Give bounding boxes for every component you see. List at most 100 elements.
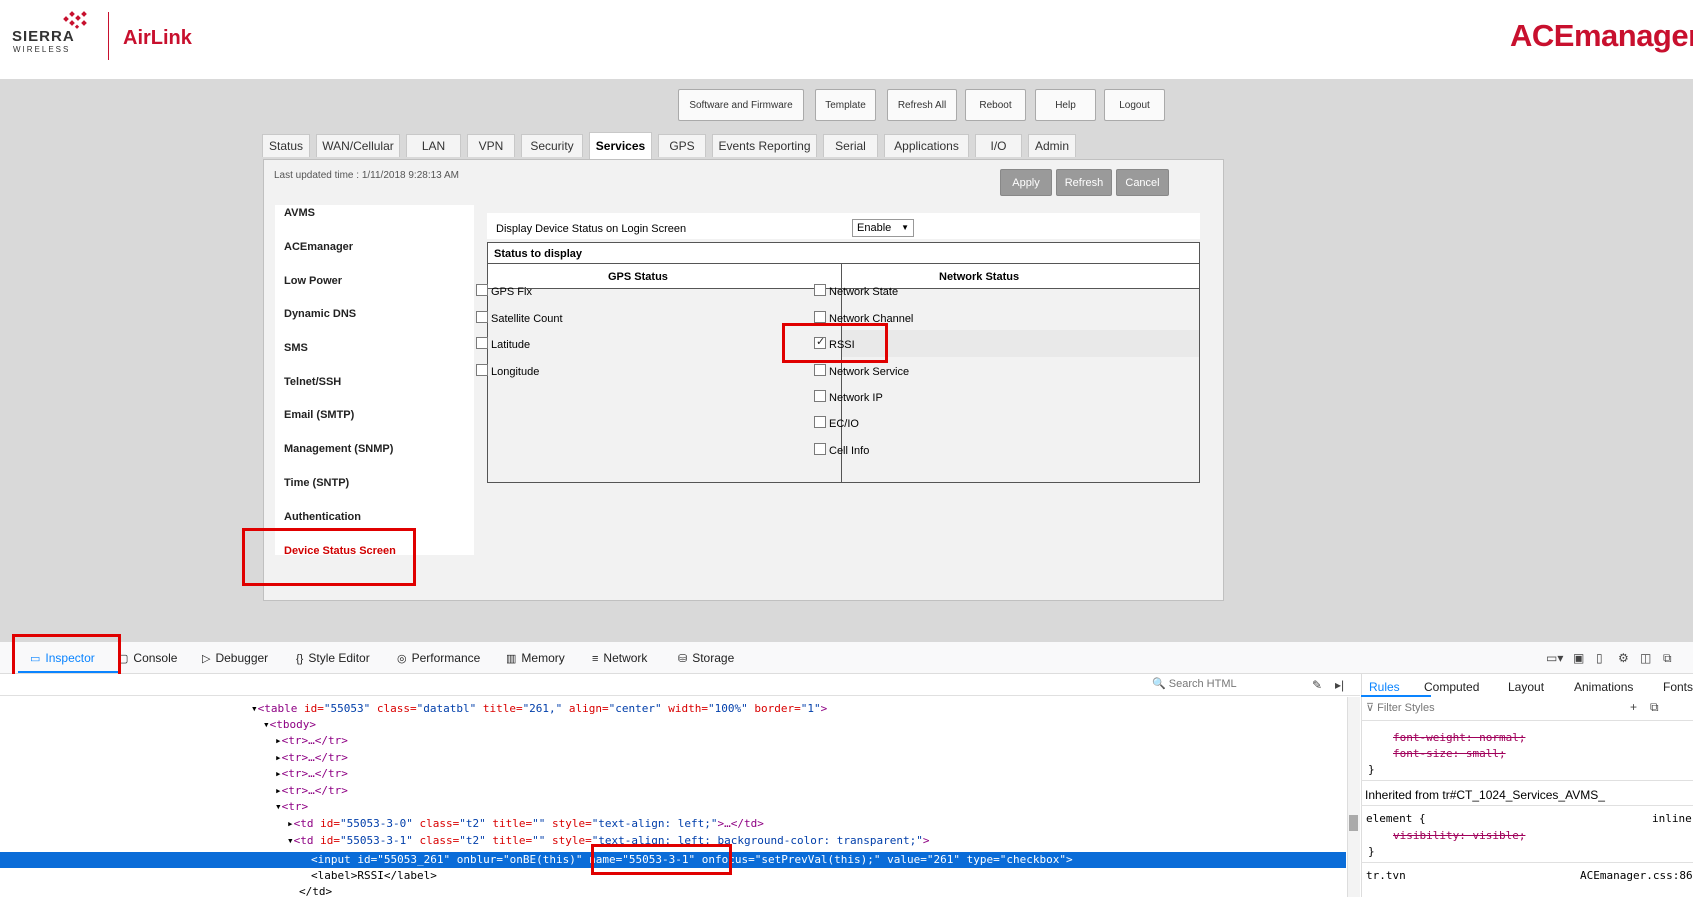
satellite-count-checkbox[interactable] xyxy=(476,311,488,323)
markup-scrollbar[interactable] xyxy=(1347,697,1360,897)
rule-font-size[interactable]: font-size: small; xyxy=(1393,747,1506,760)
search-html-input[interactable]: 🔍 Search HTML xyxy=(1152,677,1297,694)
markup-line-tr[interactable]: ▸<tr>…</tr> xyxy=(275,734,348,747)
tab-status[interactable]: Status xyxy=(262,134,310,157)
sidebar-item-time-sntp[interactable]: Time (SNTP) xyxy=(284,477,349,489)
sidebar-item-authentication[interactable]: Authentication xyxy=(284,511,361,523)
filter-styles-placeholder: Filter Styles xyxy=(1377,702,1435,714)
attr-name: id= xyxy=(313,834,340,847)
devtools-tab-console[interactable]: ▢ Console xyxy=(118,651,177,665)
longitude-checkbox[interactable] xyxy=(476,364,488,376)
tab-layout[interactable]: Layout xyxy=(1508,680,1544,694)
markup-line-tr[interactable]: ▸<tr>…</tr> xyxy=(275,767,348,780)
tab-gps[interactable]: GPS xyxy=(658,134,706,157)
markup-line-td0[interactable]: ▸<td id="55053-3-0" class="t2" title="" … xyxy=(287,817,764,830)
sidebar-item-sms[interactable]: SMS xyxy=(284,342,308,354)
sidebar-item-low-power[interactable]: Low Power xyxy=(284,275,342,287)
attr-value: "" xyxy=(532,834,546,847)
devtools-tab-label: Storage xyxy=(692,651,735,665)
network-service-checkbox[interactable] xyxy=(814,364,826,376)
sidebar-item-management-snmp[interactable]: Management (SNMP) xyxy=(284,443,393,455)
memory-icon: ▥ xyxy=(506,653,517,665)
tab-computed[interactable]: Computed xyxy=(1424,680,1479,694)
table-tag: <table xyxy=(257,702,298,715)
longitude-label: Longitude xyxy=(491,366,540,378)
tab-admin[interactable]: Admin xyxy=(1028,134,1076,157)
latitude-checkbox[interactable] xyxy=(476,337,488,349)
tab-animations[interactable]: Animations xyxy=(1574,680,1633,694)
add-rule-icon[interactable]: + xyxy=(1630,700,1637,714)
attr-name: width= xyxy=(661,702,709,715)
popout-icon[interactable]: ⧉ xyxy=(1663,651,1672,666)
tab-fonts[interactable]: Fonts xyxy=(1663,680,1693,694)
display-status-select[interactable]: Enable ▼ xyxy=(852,219,914,237)
split-console-icon[interactable]: ▣ xyxy=(1573,651,1584,665)
tab-rules[interactable]: Rules xyxy=(1369,680,1400,694)
attr-name: title= xyxy=(485,834,533,847)
rule-font-weight[interactable]: font-weight: normal; xyxy=(1393,731,1525,744)
reboot-button[interactable]: Reboot xyxy=(965,89,1026,121)
network-icon: ≡ xyxy=(592,653,599,665)
devtools-tab-network[interactable]: ≡ Network xyxy=(592,651,647,665)
tab-wan-cellular[interactable]: WAN/Cellular xyxy=(316,134,400,157)
sidebar-toggle-icon[interactable]: ◫ xyxy=(1640,651,1651,665)
markup-line-label[interactable]: <label>RSSI</label> xyxy=(311,869,437,882)
network-ip-checkbox[interactable] xyxy=(814,390,826,402)
filter-styles-input[interactable]: ⊽ Filter Styles xyxy=(1366,701,1616,719)
rules-separator xyxy=(1361,780,1693,781)
sidebar-item-email-smtp[interactable]: Email (SMTP) xyxy=(284,409,354,421)
tab-vpn[interactable]: VPN xyxy=(467,134,515,157)
tab-events-reporting[interactable]: Events Reporting xyxy=(712,134,817,157)
apply-button[interactable]: Apply xyxy=(1000,169,1052,196)
rule-visibility[interactable]: visibility: visible; xyxy=(1393,829,1525,842)
toggle-pane-icon[interactable]: ▸| xyxy=(1335,678,1344,692)
network-state-checkbox[interactable] xyxy=(814,284,826,296)
gps-fix-checkbox[interactable] xyxy=(476,284,488,296)
sidebar-item-acemanager[interactable]: ACEmanager xyxy=(284,241,353,253)
devtools-tab-label: Network xyxy=(603,651,648,665)
ecio-checkbox[interactable] xyxy=(814,416,826,428)
cell-info-checkbox[interactable] xyxy=(814,443,826,455)
tab-services[interactable]: Services xyxy=(589,132,652,159)
logout-button[interactable]: Logout xyxy=(1104,89,1165,121)
markup-line-tbody[interactable]: ▾<tbody> xyxy=(263,718,316,731)
refresh-button[interactable]: Refresh xyxy=(1056,169,1112,196)
template-button[interactable]: Template xyxy=(815,89,876,121)
tab-io[interactable]: I/O xyxy=(975,134,1022,157)
status-table-header xyxy=(488,243,1199,264)
markup-scrollbar-thumb[interactable] xyxy=(1349,815,1358,831)
responsive-icon[interactable]: ▯ xyxy=(1596,651,1603,665)
rule-source-link[interactable]: ACEmanager.css:86 xyxy=(1580,869,1693,882)
sidebar-item-avms[interactable]: AVMS xyxy=(284,207,315,219)
help-button[interactable]: Help xyxy=(1035,89,1096,121)
tab-security[interactable]: Security xyxy=(521,134,583,157)
tab-serial[interactable]: Serial xyxy=(823,134,878,157)
markup-line-tr[interactable]: ▸<tr>…</tr> xyxy=(275,751,348,764)
network-channel-checkbox[interactable] xyxy=(814,311,826,323)
settings-icon[interactable]: ⚙ xyxy=(1618,651,1629,665)
rule-close-brace: } xyxy=(1368,845,1375,858)
attr-name: title= xyxy=(485,817,533,830)
markup-line-table[interactable]: ▾<table id="55053" class="datatbl" title… xyxy=(251,702,827,715)
markup-line-tr-open[interactable]: ▾<tr> xyxy=(275,800,308,813)
sidebar-item-telnet-ssh[interactable]: Telnet/SSH xyxy=(284,376,341,388)
devtools-tab-memory[interactable]: ▥ Memory xyxy=(506,651,565,665)
devtools-tab-debugger[interactable]: ▷ Debugger xyxy=(202,651,268,665)
software-firmware-button[interactable]: Software and Firmware xyxy=(678,89,804,121)
attr-name: class= xyxy=(412,817,460,830)
tab-applications[interactable]: Applications xyxy=(884,134,969,157)
devtools-tab-style-editor[interactable]: {} Style Editor xyxy=(296,651,370,665)
refresh-all-button[interactable]: Refresh All xyxy=(887,89,957,121)
eyedropper-icon[interactable]: ✎ xyxy=(1312,678,1322,692)
performance-icon: ◎ xyxy=(397,653,407,665)
chevron-down-icon: ▼ xyxy=(901,223,909,232)
toggle-classes-icon[interactable]: ⧉ xyxy=(1650,700,1659,715)
sidebar-item-dynamic-dns[interactable]: Dynamic DNS xyxy=(284,308,356,320)
dock-icon[interactable]: ▭▾ xyxy=(1546,651,1563,665)
cancel-button[interactable]: Cancel xyxy=(1116,169,1169,196)
tab-lan[interactable]: LAN xyxy=(406,134,461,157)
devtools-tab-performance[interactable]: ◎ Performance xyxy=(397,651,480,665)
markup-line-tr[interactable]: ▸<tr>…</tr> xyxy=(275,784,348,797)
devtools-tab-storage[interactable]: ⛁ Storage xyxy=(678,651,734,665)
markup-line-td-close[interactable]: </td> xyxy=(299,885,332,898)
